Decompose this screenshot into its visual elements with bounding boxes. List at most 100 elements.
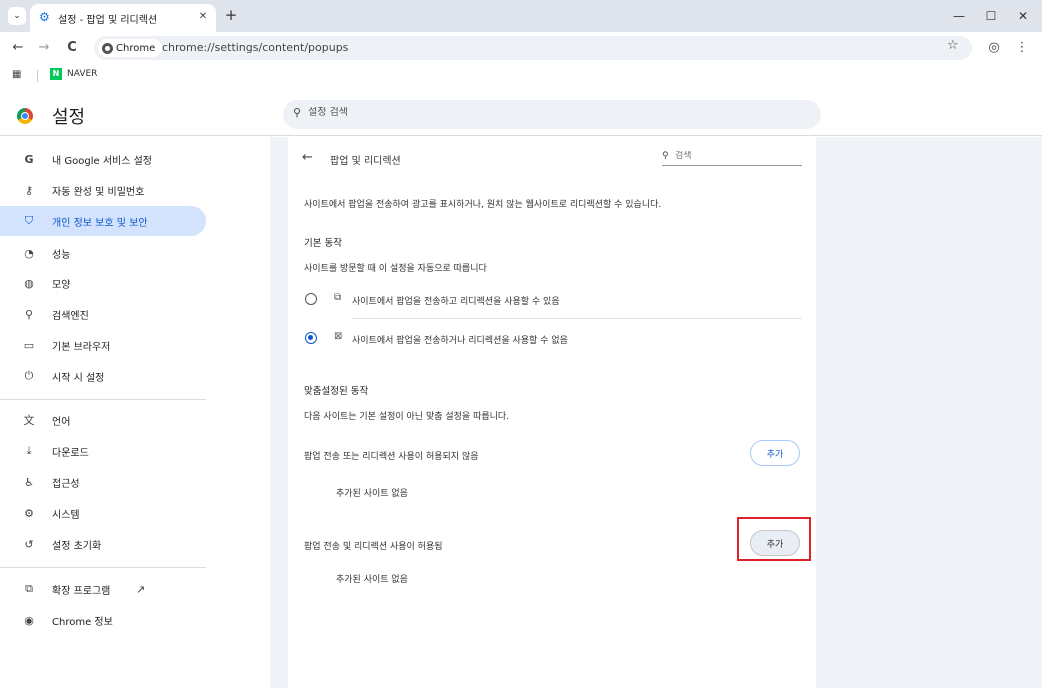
sidebar-item-about-chrome[interactable]: ◉ Chrome 정보 — [0, 605, 206, 635]
wrench-icon: ⚙ — [24, 506, 34, 520]
bookmark-label: NAVER — [67, 69, 98, 79]
sidebar-item-privacy[interactable]: ⛉ 개인 정보 보호 및 보안 — [0, 206, 206, 236]
tab-strip: ⌄ ⚙ 설정 - 팝업 및 리디렉션 ✕ + — ☐ ✕ — [0, 0, 1042, 32]
sidebar-item-label: 자동 완성 및 비밀번호 — [52, 186, 145, 198]
sidebar-item-downloads[interactable]: ⤓ 다운로드 — [0, 436, 206, 466]
settings-page: G 내 Google 서비스 설정 ⚷ 자동 완성 및 비밀번호 ⛉ 개인 정보… — [0, 137, 1042, 688]
naver-logo-icon: N — [50, 68, 62, 80]
sidebar-item-system[interactable]: ⚙ 시스템 — [0, 498, 206, 528]
radio-allow-popups[interactable] — [305, 293, 317, 305]
tab-search-button[interactable]: ⌄ — [8, 7, 26, 25]
speedometer-icon: ◔ — [24, 246, 34, 260]
chrome-icon — [102, 42, 113, 54]
maximize-button[interactable]: ☐ — [980, 6, 1002, 26]
sidebar-item-google-services[interactable]: G 내 Google 서비스 설정 — [0, 144, 206, 174]
add-blocked-site-button[interactable]: 추가 — [750, 440, 800, 466]
default-behavior-heading: 기본 동작 — [304, 238, 342, 249]
power-icon: ⏻ — [24, 369, 34, 382]
sidebar-item-appearance[interactable]: ◍ 모양 — [0, 268, 206, 298]
sidebar-divider — [0, 399, 206, 400]
forward-button[interactable]: → — [34, 38, 54, 58]
highlight-box — [737, 517, 811, 561]
download-icon: ⤓ — [26, 444, 32, 457]
sidebar-divider — [0, 567, 206, 568]
menu-kebab-icon[interactable]: ⋮ — [1012, 38, 1032, 58]
custom-behavior-description: 다음 사이트는 기본 설정이 아닌 맞춤 설정을 따릅니다. — [304, 412, 510, 422]
sidebar-item-search-engine[interactable]: ⚲ 검색엔진 — [0, 299, 206, 329]
custom-behavior-heading: 맞춤설정된 동작 — [304, 386, 369, 397]
sidebar-item-default-browser[interactable]: ▭ 기본 브라우저 — [0, 330, 206, 360]
bookmark-naver[interactable]: N NAVER — [50, 68, 97, 80]
allowed-list-label: 팝업 전송 및 리디렉션 사용이 허용됨 — [304, 542, 443, 552]
radio-block-popups[interactable] — [305, 332, 317, 344]
chrome-icon: ◉ — [24, 613, 34, 627]
open-in-new-icon: ⧉ — [334, 292, 342, 303]
sidebar-item-label: 개인 정보 보호 및 보안 — [52, 217, 148, 229]
sidebar-item-label: 기본 브라우저 — [52, 341, 111, 353]
site-info-chip[interactable]: Chrome — [98, 39, 163, 57]
sidebar-item-performance[interactable]: ◔ 성능 — [0, 238, 206, 268]
address-bar[interactable]: Chrome chrome://settings/content/popups … — [94, 36, 972, 60]
translate-icon: 文 — [23, 414, 35, 427]
profile-icon[interactable]: ◎ — [984, 38, 1004, 58]
sidebar-item-label: 내 Google 서비스 설정 — [52, 155, 152, 167]
sidebar-item-label: 시작 시 설정 — [52, 372, 105, 384]
palette-icon: ◍ — [24, 276, 34, 290]
shield-icon: ⛉ — [24, 214, 34, 227]
sidebar-item-label: 다운로드 — [52, 447, 89, 459]
sidebar-item-label: 시스템 — [52, 509, 80, 521]
settings-search-input[interactable] — [308, 107, 608, 118]
url-text[interactable]: chrome://settings/content/popups — [162, 41, 348, 54]
subpage-search-input[interactable] — [675, 151, 795, 161]
reload-button[interactable]: C — [62, 38, 82, 58]
sidebar-item-languages[interactable]: 文 언어 — [0, 405, 206, 435]
sidebar-item-label: 모양 — [52, 279, 71, 291]
back-button[interactable]: ← — [8, 38, 28, 58]
sidebar-item-autofill[interactable]: ⚷ 자동 완성 및 비밀번호 — [0, 175, 206, 205]
bookmarks-bar: ▦ N NAVER — [0, 64, 1042, 88]
sidebar-item-extensions[interactable]: ⧉ 확장 프로그램 ↗ — [0, 574, 206, 604]
sidebar-item-label: 접근성 — [52, 478, 80, 490]
sidebar-item-label: 성능 — [52, 249, 71, 261]
bookmark-star-icon[interactable]: ☆ — [947, 38, 959, 53]
sidebar-item-accessibility[interactable]: ♿ 접근성 — [0, 467, 206, 497]
chrome-logo-icon — [17, 108, 33, 124]
new-tab-button[interactable]: + — [222, 6, 240, 24]
accessibility-icon: ♿ — [24, 475, 34, 489]
sidebar-item-reset[interactable]: ↺ 설정 초기화 — [0, 529, 206, 559]
radio-allow-label[interactable]: 사이트에서 팝업을 전송하고 리디렉션을 사용할 수 있음 — [352, 294, 560, 307]
key-icon: ⚷ — [24, 183, 34, 197]
sidebar-item-label: 확장 프로그램 — [52, 585, 111, 597]
browser-toolbar: ← → C Chrome chrome://settings/content/p… — [0, 32, 1042, 64]
option-divider — [352, 318, 802, 319]
close-window-button[interactable]: ✕ — [1012, 6, 1034, 26]
settings-search[interactable]: ⚲ — [283, 100, 821, 129]
search-icon: ⚲ — [662, 151, 669, 161]
subpage-search[interactable]: ⚲ — [662, 151, 802, 166]
tab-settings[interactable]: ⚙ 설정 - 팝업 및 리디렉션 ✕ — [30, 4, 216, 32]
chip-label: Chrome — [116, 42, 156, 54]
allowed-empty-text: 추가된 사이트 없음 — [336, 575, 408, 585]
back-arrow-icon[interactable]: ← — [302, 150, 313, 165]
sidebar-item-label: 언어 — [52, 416, 71, 428]
search-icon: ⚲ — [293, 106, 302, 119]
browser-window-icon: ▭ — [23, 338, 35, 352]
reset-icon: ↺ — [24, 537, 34, 551]
page-description: 사이트에서 팝업을 전송하여 광고를 표시하거나, 원치 않는 웹사이트로 리디… — [304, 200, 662, 210]
radio-block-label[interactable]: 사이트에서 팝업을 전송하거나 리디렉션을 사용할 수 없음 — [352, 333, 568, 346]
external-link-icon: ↗ — [136, 582, 146, 596]
sidebar-item-on-startup[interactable]: ⏻ 시작 시 설정 — [0, 361, 206, 391]
default-behavior-description: 사이트를 방문할 때 이 설정을 자동으로 따릅니다 — [304, 264, 487, 274]
minimize-button[interactable]: — — [948, 6, 970, 26]
tab-close-icon[interactable]: ✕ — [195, 9, 211, 25]
page-title: 설정 — [52, 107, 86, 128]
blocked-list-label: 팝업 전송 또는 리디렉션 사용이 허용되지 않음 — [304, 452, 479, 462]
blocked-empty-text: 추가된 사이트 없음 — [336, 489, 408, 499]
bookmark-separator — [37, 70, 38, 82]
popup-blocked-icon: ⊠ — [334, 331, 343, 342]
apps-grid-icon[interactable]: ▦ — [12, 69, 24, 81]
popups-settings-card: ← 팝업 및 리디렉션 ⚲ 사이트에서 팝업을 전송하여 광고를 표시하거나, … — [288, 137, 816, 688]
sidebar-item-label: Chrome 정보 — [52, 616, 113, 628]
search-icon: ⚲ — [24, 307, 34, 321]
gear-icon: ⚙ — [39, 10, 50, 24]
